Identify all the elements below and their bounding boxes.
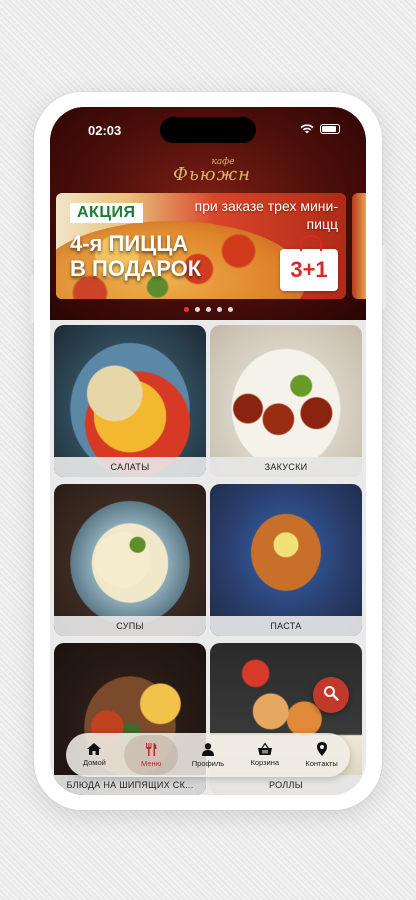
tab-menu[interactable]: Меню: [124, 735, 179, 775]
app-screen: 02:03 кафе Фьюжн АКЦИЯ при заказе трех м…: [50, 107, 366, 795]
status-icons: [300, 124, 340, 134]
carousel-dot[interactable]: [205, 307, 211, 312]
phone-side-button: [30, 230, 34, 260]
promo-tag: АКЦИЯ: [70, 203, 143, 223]
snacks-image: [210, 325, 362, 477]
promo-headline-line1: 4-я ПИЦЦА: [70, 231, 189, 256]
tab-label: Меню: [141, 758, 162, 768]
tab-cart[interactable]: Корзина: [238, 735, 292, 775]
tab-label: Профиль: [191, 758, 225, 768]
category-label: ЗАКУСКИ: [210, 457, 362, 477]
status-time: 02:03: [88, 123, 122, 138]
phone-side-button: [382, 245, 386, 309]
category-label: ПАСТА: [210, 616, 362, 636]
tab-profile[interactable]: Профиль: [181, 735, 235, 775]
basket-icon: [257, 743, 272, 755]
tab-label: Корзина: [250, 758, 280, 767]
soup-image: [54, 484, 206, 636]
fork-knife-icon: [145, 742, 157, 756]
search-icon: [323, 685, 339, 706]
carousel-dots: [50, 307, 366, 312]
promo-headline-line2: В ПОДАРОК: [70, 256, 202, 281]
logo-main-text: Фьюжн: [173, 164, 251, 185]
dynamic-island: [160, 117, 256, 143]
home-icon: [87, 743, 102, 755]
tab-contacts[interactable]: Контакты: [295, 735, 349, 775]
tab-label: Домой: [82, 758, 106, 767]
bottom-tab-bar: Домой Меню Профиль Корзина Контакты: [66, 733, 350, 777]
wifi-icon: [300, 124, 314, 134]
carousel-dot[interactable]: [183, 307, 189, 312]
carousel-dot[interactable]: [216, 307, 222, 312]
category-label: РОЛЛЫ: [210, 775, 362, 795]
carousel-dot[interactable]: [194, 307, 200, 312]
search-button[interactable]: [313, 677, 349, 713]
pasta-image: [210, 484, 362, 636]
location-pin-icon: [316, 742, 327, 756]
category-label: СУПЫ: [54, 616, 206, 636]
promo-headline: 4-я ПИЦЦА В ПОДАРОК: [70, 231, 201, 281]
status-bar: 02:03: [50, 107, 366, 153]
category-card-pasta[interactable]: ПАСТА: [210, 484, 362, 636]
category-label: САЛАТЫ: [54, 457, 206, 477]
category-card-salads[interactable]: САЛАТЫ: [54, 325, 206, 477]
tab-home[interactable]: Домой: [67, 735, 121, 775]
category-card-soups[interactable]: СУПЫ: [54, 484, 206, 636]
category-card-snacks[interactable]: ЗАКУСКИ: [210, 325, 362, 477]
promo-subtitle: при заказе трех мини-пицц: [194, 198, 338, 232]
header: 02:03 кафе Фьюжн АКЦИЯ при заказе трех м…: [50, 107, 366, 320]
gift-badge: 3+1: [280, 235, 338, 291]
user-icon: [201, 742, 214, 756]
promo-banner[interactable]: АКЦИЯ при заказе трех мини-пицц 4-я ПИЦЦ…: [56, 193, 346, 299]
phone-side-button: [30, 275, 34, 323]
brand-logo: кафе Фьюжн: [162, 157, 262, 191]
category-label: БЛЮДА НА ШИПЯЩИХ СК...: [54, 775, 206, 795]
tab-label: Контакты: [305, 759, 338, 768]
carousel-dot[interactable]: [227, 307, 233, 312]
salad-image: [54, 325, 206, 477]
battery-icon: [320, 124, 340, 134]
next-banner-peek[interactable]: [352, 193, 366, 299]
